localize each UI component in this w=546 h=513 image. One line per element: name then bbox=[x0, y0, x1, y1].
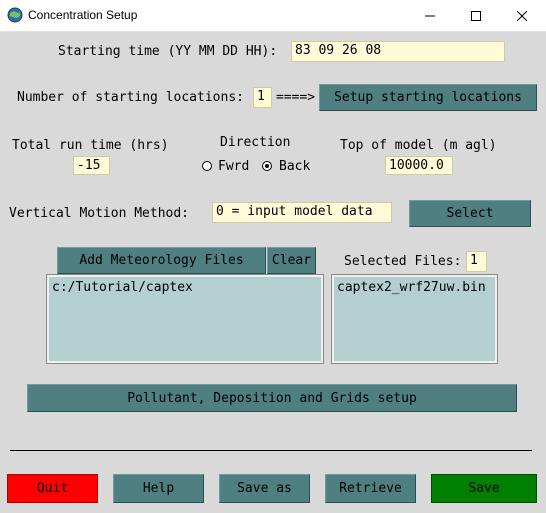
setup-locations-button[interactable]: Setup starting locations bbox=[319, 84, 537, 111]
vertical-select-button[interactable]: Select bbox=[409, 200, 531, 227]
quit-button[interactable]: Quit bbox=[7, 474, 98, 503]
met-file-list[interactable]: captex2_wrf27uw.bin bbox=[331, 274, 498, 364]
run-time-field[interactable]: -15 bbox=[73, 156, 110, 175]
add-met-files-button[interactable]: Add Meteorology Files bbox=[57, 247, 266, 274]
pollutant-setup-button[interactable]: Pollutant, Deposition and Grids setup bbox=[27, 384, 517, 412]
close-button[interactable] bbox=[499, 0, 545, 31]
vertical-motion-label: Vertical Motion Method: bbox=[9, 206, 190, 221]
arrow-label: ====> bbox=[276, 90, 316, 105]
top-model-label: Top of model (m agl) bbox=[340, 138, 497, 153]
list-item[interactable]: c:/Tutorial/captex bbox=[52, 280, 318, 295]
maximize-icon bbox=[471, 10, 481, 21]
app-icon bbox=[7, 7, 23, 23]
start-time-field[interactable]: 83 09 26 08 bbox=[291, 41, 505, 62]
direction-label: Direction bbox=[220, 135, 291, 150]
title-bar: Concentration Setup bbox=[0, 0, 546, 32]
list-item[interactable]: captex2_wrf27uw.bin bbox=[337, 280, 492, 295]
locations-field[interactable]: 1 bbox=[253, 87, 272, 108]
retrieve-button[interactable]: Retrieve bbox=[325, 474, 416, 503]
help-button[interactable]: Help bbox=[113, 474, 204, 503]
top-model-field[interactable]: 10000.0 bbox=[385, 156, 453, 175]
fwrd-label: Fwrd bbox=[218, 159, 250, 174]
start-time-label: Starting time (YY MM DD HH): bbox=[58, 44, 278, 59]
separator bbox=[10, 450, 532, 451]
clear-button[interactable]: Clear bbox=[267, 247, 316, 274]
vertical-motion-field[interactable]: 0 = input model data bbox=[212, 202, 392, 223]
window-title: Concentration Setup bbox=[28, 8, 138, 22]
maximize-button[interactable] bbox=[453, 0, 499, 31]
minimize-icon bbox=[425, 15, 435, 16]
selected-files-count: 1 bbox=[466, 251, 487, 272]
met-directory-list[interactable]: c:/Tutorial/captex bbox=[46, 274, 324, 364]
back-radio[interactable] bbox=[262, 161, 272, 171]
fwrd-radio[interactable] bbox=[202, 161, 212, 171]
close-icon bbox=[517, 10, 527, 21]
save-as-button[interactable]: Save as bbox=[219, 474, 310, 503]
back-label: Back bbox=[279, 159, 311, 174]
minimize-button[interactable] bbox=[407, 0, 453, 31]
locations-label: Number of starting locations: bbox=[17, 90, 244, 105]
save-button[interactable]: Save bbox=[431, 474, 537, 503]
selected-files-label: Selected Files: bbox=[344, 254, 462, 269]
run-time-label: Total run time (hrs) bbox=[12, 138, 169, 153]
